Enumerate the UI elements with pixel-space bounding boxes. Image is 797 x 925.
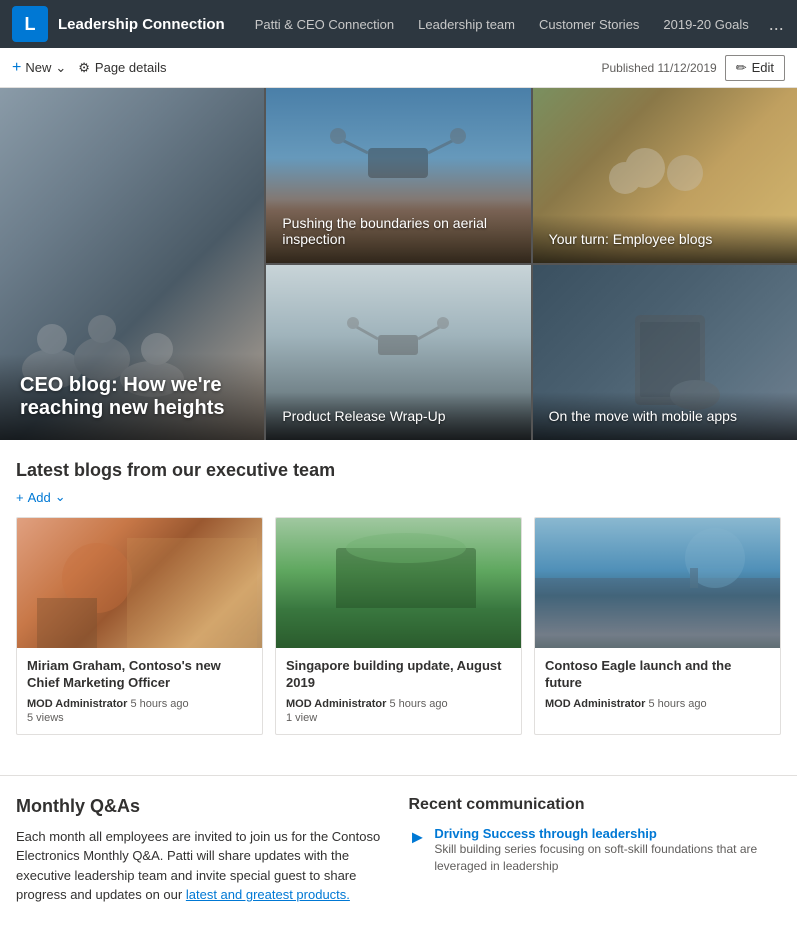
hero-card-1-overlay: Pushing the boundaries on aerial inspect… bbox=[266, 199, 530, 263]
hero-card-1[interactable]: Pushing the boundaries on aerial inspect… bbox=[266, 88, 530, 263]
page-details-label: Page details bbox=[95, 60, 167, 75]
plus-icon: + bbox=[12, 59, 21, 77]
edit-page-button[interactable]: ✏ Edit bbox=[725, 55, 785, 81]
site-title: Leadership Connection bbox=[58, 16, 225, 33]
blog-card-1-time-value: 5 hours ago bbox=[131, 698, 189, 710]
recent-communication: Recent communication ► Driving Success t… bbox=[409, 796, 782, 905]
new-chevron-icon: ⌄ bbox=[55, 60, 66, 76]
blog-card-2-views: 1 view bbox=[286, 712, 511, 724]
blog-card-2-image bbox=[276, 518, 521, 648]
blog-card-3-author: MOD Administrator bbox=[545, 698, 645, 710]
edit-nav-button[interactable]: Edit bbox=[792, 0, 797, 48]
new-button[interactable]: + New ⌄ bbox=[12, 59, 66, 77]
blog-card-1-image bbox=[17, 518, 262, 648]
hero-main-title: CEO blog: How we're reaching new heights bbox=[20, 374, 244, 420]
blog-card-1[interactable]: Miriam Graham, Contoso's new Chief Marke… bbox=[16, 517, 263, 735]
nav-goals[interactable]: 2019-20 Goals bbox=[651, 0, 760, 48]
blog-card-3-time-value: 5 hours ago bbox=[649, 698, 707, 710]
blog-card-2[interactable]: Singapore building update, August 2019 M… bbox=[275, 517, 522, 735]
top-navigation: L Leadership Connection Patti & CEO Conn… bbox=[0, 0, 797, 48]
hero-main-overlay: CEO blog: How we're reaching new heights bbox=[0, 354, 264, 440]
blog-card-3-meta: MOD Administrator 5 hours ago bbox=[545, 698, 770, 710]
latest-blogs-title: Latest blogs from our executive team bbox=[16, 460, 781, 481]
latest-blogs-section: Latest blogs from our executive team + A… bbox=[0, 440, 797, 775]
monthly-qa-body: Each month all employees are invited to … bbox=[16, 827, 389, 905]
more-button[interactable]: ... bbox=[761, 0, 792, 48]
blog-card-1-body: Miriam Graham, Contoso's new Chief Marke… bbox=[17, 648, 262, 734]
hero-card-2-overlay: Your turn: Employee blogs bbox=[533, 215, 797, 263]
bottom-section: Monthly Q&As Each month all employees ar… bbox=[0, 775, 797, 925]
toolbar-left: + New ⌄ ⚙ Page details bbox=[12, 59, 166, 77]
comm-item: ► Driving Success through leadership Ski… bbox=[409, 826, 782, 875]
blog-card-1-meta: MOD Administrator 5 hours ago bbox=[27, 698, 252, 710]
blog-card-2-time-value: 5 hours ago bbox=[390, 698, 448, 710]
hero-main-card[interactable]: CEO blog: How we're reaching new heights bbox=[0, 88, 264, 440]
blog-card-2-author: MOD Administrator bbox=[286, 698, 386, 710]
blog-card-3-title: Contoso Eagle launch and the future bbox=[545, 658, 770, 692]
nav-patti-ceo[interactable]: Patti & CEO Connection bbox=[243, 0, 406, 48]
hero-card-1-title: Pushing the boundaries on aerial inspect… bbox=[282, 215, 514, 247]
comm-item-content: Driving Success through leadership Skill… bbox=[434, 826, 781, 875]
hero-card-2-title: Your turn: Employee blogs bbox=[549, 231, 781, 247]
blog-card-1-views: 5 views bbox=[27, 712, 252, 724]
new-label: New bbox=[25, 60, 51, 75]
toolbar-right: Published 11/12/2019 ✏ Edit bbox=[601, 55, 785, 81]
add-chevron-icon: ⌄ bbox=[55, 489, 66, 505]
hero-card-3-overlay: Product Release Wrap-Up bbox=[266, 392, 530, 440]
pencil-icon: ✏ bbox=[736, 60, 747, 76]
blog-card-3[interactable]: Contoso Eagle launch and the future MOD … bbox=[534, 517, 781, 735]
hero-card-2[interactable]: Your turn: Employee blogs bbox=[533, 88, 797, 263]
blog-card-2-body: Singapore building update, August 2019 M… bbox=[276, 648, 521, 734]
nav-leadership-team[interactable]: Leadership team bbox=[406, 0, 527, 48]
hero-card-4-title: On the move with mobile apps bbox=[549, 408, 781, 424]
add-label: Add bbox=[28, 490, 51, 505]
page-toolbar: + New ⌄ ⚙ Page details Published 11/12/2… bbox=[0, 48, 797, 88]
blog-card-1-author: MOD Administrator bbox=[27, 698, 127, 710]
hero-card-4[interactable]: On the move with mobile apps bbox=[533, 265, 797, 440]
nav-right-actions: Edit ★ Following ↗ Share site bbox=[792, 0, 797, 48]
gear-icon: ⚙ bbox=[78, 60, 90, 76]
add-blogs-button[interactable]: + Add ⌄ bbox=[16, 489, 781, 505]
blog-card-3-body: Contoso Eagle launch and the future MOD … bbox=[535, 648, 780, 722]
blog-card-1-title: Miriam Graham, Contoso's new Chief Marke… bbox=[27, 658, 252, 692]
comm-item-desc: Skill building series focusing on soft-s… bbox=[434, 841, 781, 875]
hero-card-4-overlay: On the move with mobile apps bbox=[533, 392, 797, 440]
monthly-qa-title: Monthly Q&As bbox=[16, 796, 389, 817]
logo-letter: L bbox=[25, 14, 36, 35]
hero-card-3-title: Product Release Wrap-Up bbox=[282, 408, 514, 424]
add-plus-icon: + bbox=[16, 490, 24, 505]
nav-links: Patti & CEO Connection Leadership team C… bbox=[243, 0, 792, 48]
monthly-qa-link[interactable]: latest and greatest products. bbox=[186, 887, 350, 902]
blog-card-2-meta: MOD Administrator 5 hours ago bbox=[286, 698, 511, 710]
comm-arrow-icon: ► bbox=[409, 827, 427, 848]
site-logo: L bbox=[12, 6, 48, 42]
edit-page-label: Edit bbox=[752, 60, 774, 75]
blog-card-3-image bbox=[535, 518, 780, 648]
hero-section: CEO blog: How we're reaching new heights… bbox=[0, 88, 797, 440]
recent-comm-title: Recent communication bbox=[409, 796, 782, 814]
page-details-button[interactable]: ⚙ Page details bbox=[78, 60, 166, 76]
nav-customer-stories[interactable]: Customer Stories bbox=[527, 0, 651, 48]
published-label: Published 11/12/2019 bbox=[601, 61, 716, 75]
blog-cards-grid: Miriam Graham, Contoso's new Chief Marke… bbox=[16, 517, 781, 735]
hero-card-3[interactable]: Product Release Wrap-Up bbox=[266, 265, 530, 440]
blog-card-2-title: Singapore building update, August 2019 bbox=[286, 658, 511, 692]
comm-item-title[interactable]: Driving Success through leadership bbox=[434, 826, 781, 841]
monthly-qa: Monthly Q&As Each month all employees ar… bbox=[16, 796, 389, 905]
